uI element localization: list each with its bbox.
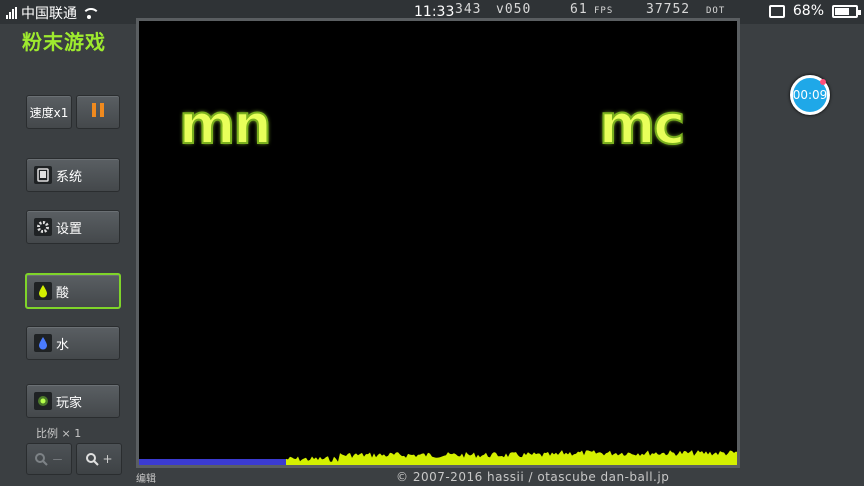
particle-count: 343 <box>455 2 482 17</box>
speed-button[interactable]: 速度x1 <box>26 95 72 129</box>
fps-value: 61 <box>570 2 588 17</box>
water-ground-layer <box>139 459 286 465</box>
recording-timer[interactable]: 00:09 <box>790 75 830 115</box>
water-element-button[interactable]: 水 <box>26 326 120 360</box>
drawn-text-right: mc <box>598 92 686 157</box>
battery-percent: 68% <box>792 3 824 19</box>
player-dot-icon <box>34 392 52 410</box>
settings-label: 设置 <box>56 221 83 237</box>
player-label: 玩家 <box>56 395 83 411</box>
fps-unit: FPS <box>594 6 614 16</box>
timer-label: 00:09 <box>792 88 828 102</box>
speed-label: 速度x1 <box>29 105 69 120</box>
zoom-out-button[interactable]: － <box>26 443 72 475</box>
status-left: 中国联通 <box>6 3 100 23</box>
gear-icon <box>34 218 52 236</box>
tablet-icon <box>34 166 52 184</box>
player-button[interactable]: 玩家 <box>26 384 120 418</box>
zoom-out-sign: － <box>51 452 64 467</box>
zoom-in-button[interactable]: + <box>76 443 122 475</box>
zoom-in-icon <box>86 453 100 466</box>
version-label: v050 <box>496 2 532 17</box>
system-label: 系统 <box>56 169 83 185</box>
pause-button[interactable] <box>76 95 120 129</box>
edit-label[interactable]: 编辑 <box>136 470 156 485</box>
settings-button[interactable]: 设置 <box>26 210 120 244</box>
battery-icon <box>832 4 861 18</box>
acid-drop-icon <box>34 282 52 300</box>
acid-element-button[interactable]: 酸 <box>25 273 121 309</box>
signal-icon <box>6 7 17 19</box>
acid-label: 酸 <box>56 285 70 301</box>
cast-icon <box>768 4 785 18</box>
system-button[interactable]: 系统 <box>26 158 120 192</box>
app-title: 粉末游戏 <box>22 30 106 54</box>
drawn-text-left: mn <box>178 92 273 157</box>
copyright: © 2007-2016 hassii / otascube dan-ball.j… <box>396 470 670 484</box>
pause-icon <box>90 103 106 121</box>
dot-unit: DOT <box>706 6 726 16</box>
game-canvas[interactable]: mn mc <box>136 18 740 468</box>
water-label: 水 <box>56 337 70 353</box>
zoom-in-sign: + <box>102 452 113 466</box>
dot-value: 37752 <box>646 2 691 17</box>
zoom-out-icon <box>35 453 49 466</box>
water-drop-icon <box>34 334 52 352</box>
carrier-name: 中国联通 <box>21 6 77 22</box>
scale-label: 比例 × 1 <box>36 427 82 440</box>
status-right: 68% <box>768 3 861 19</box>
wifi-icon <box>81 7 100 19</box>
